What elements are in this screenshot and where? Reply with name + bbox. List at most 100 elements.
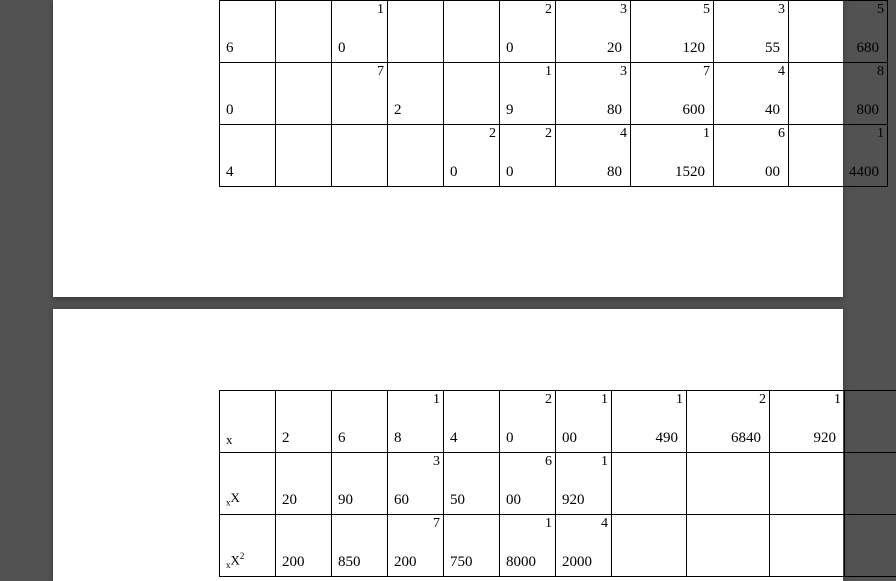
table-cell: 10 (332, 1, 388, 63)
table-cell: 18 (388, 391, 444, 453)
table-cell: 355 (714, 1, 789, 63)
cell-value: 680 (857, 41, 880, 56)
table-row: 420204801152060014400 (220, 125, 888, 187)
table-cell: 42000 (556, 515, 612, 577)
table-cell: 4 (220, 125, 276, 187)
table-2-wrap: x2618420100149026840192033055xX209036050… (219, 390, 788, 577)
cell-value: 200 (394, 555, 417, 570)
cell-superscript: 1 (834, 393, 841, 407)
cell-superscript: 3 (620, 3, 627, 17)
table-cell: 850 (332, 515, 388, 577)
table-cell (687, 453, 770, 515)
cell-value: 2 (394, 103, 402, 118)
data-table-1: 6102032051203555680072193807600440880042… (219, 0, 888, 187)
cell-value: 00 (765, 165, 780, 180)
cell-value: 1520 (675, 165, 705, 180)
cell-superscript: 4 (620, 127, 627, 141)
cell-value: 2 (282, 431, 290, 446)
table-cell (388, 1, 444, 63)
cell-value: 9 (506, 103, 514, 118)
cell-value: 4400 (849, 165, 879, 180)
table-cell (770, 515, 845, 577)
cell-superscript: 1 (545, 517, 552, 531)
table-cell: 440 (714, 63, 789, 125)
cell-value: 120 (683, 41, 706, 56)
table-cell: 480 (556, 125, 631, 187)
cell-value: 200 (282, 555, 305, 570)
cell-superscript: 2 (545, 127, 552, 141)
table-cell: 20 (500, 1, 556, 63)
table-cell: 20 (276, 453, 332, 515)
cell-superscript: 8 (877, 65, 884, 79)
table-1-wrap: 6102032051203555680072193807600440880042… (219, 0, 788, 187)
cell-value: 0 (338, 41, 346, 56)
table-cell (845, 515, 896, 577)
cell-value: 0 (506, 431, 514, 446)
table-cell: 7 200 (388, 515, 444, 577)
cell-value: 55 (765, 41, 780, 56)
cell-superscript: 1 (877, 127, 884, 141)
table-cell: 5 120 (631, 1, 714, 63)
table-cell: 380 (556, 63, 631, 125)
cell-superscript: 3 (620, 65, 627, 79)
cell-value: 00 (506, 493, 521, 508)
table-cell: 750 (444, 515, 500, 577)
cell-value: 00 (562, 431, 577, 446)
cell-superscript: 1 (601, 393, 608, 407)
cell-superscript: 4 (601, 517, 608, 531)
cell-superscript: 1 (703, 127, 710, 141)
cell-value: 40 (765, 103, 780, 118)
cell-superscript: 2 (545, 393, 552, 407)
cell-value: 6 (338, 431, 346, 446)
table-cell: 320 (556, 1, 631, 63)
cell-superscript: 7 (377, 65, 384, 79)
table-cell: 20 (444, 125, 500, 187)
table-cell (612, 453, 687, 515)
cell-value: 0 (506, 41, 514, 56)
cell-superscript: 5 (703, 3, 710, 17)
cell-value: 50 (450, 493, 465, 508)
table-cell: 2 (388, 63, 444, 125)
cell-value: 0 (506, 165, 514, 180)
cell-value: 4 (450, 431, 458, 446)
cell-superscript: 1 (601, 455, 608, 469)
cell-value: 920 (814, 431, 837, 446)
table-cell: 360 (388, 453, 444, 515)
row-header-cell: xX2 (220, 515, 276, 577)
table-cell: 1920 (556, 453, 612, 515)
table-row: xX2090360506001920 (220, 453, 896, 515)
cell-superscript: 5 (877, 3, 884, 17)
table-cell (332, 125, 388, 187)
table-cell (276, 1, 332, 63)
row-label: x (226, 433, 233, 446)
table-cell: 8800 (789, 63, 888, 125)
cell-value: 8 (394, 431, 402, 446)
cell-superscript: 1 (545, 65, 552, 79)
table-cell: 50 (444, 453, 500, 515)
table-cell: 33055 (845, 391, 896, 453)
cell-value: 8000 (506, 555, 536, 570)
table-cell: 6 (332, 391, 388, 453)
table-cell (845, 453, 896, 515)
table-cell: 1490 (612, 391, 687, 453)
table-row: xX2 200 850 7 200 750 1 8000 42000 (220, 515, 896, 577)
cell-value: 6840 (731, 431, 761, 446)
table-cell: 19 (500, 63, 556, 125)
table-cell: 20 (500, 391, 556, 453)
cell-value: 0 (450, 165, 458, 180)
cell-superscript: 6 (778, 127, 785, 141)
cell-superscript: 7 (703, 65, 710, 79)
table-row: 6102032051203555680 (220, 1, 888, 63)
row-label: xX (226, 491, 240, 508)
document-page-2: x2618420100149026840192033055xX209036050… (53, 309, 843, 581)
table-cell: 1 00 (556, 391, 612, 453)
cell-superscript: 7 (433, 517, 440, 531)
table-cell (276, 125, 332, 187)
table-cell: 1 8000 (500, 515, 556, 577)
cell-superscript: 1 (377, 3, 384, 17)
cell-value: 490 (656, 431, 679, 446)
table-cell: 5 680 (789, 1, 888, 63)
cell-superscript: 2 (489, 127, 496, 141)
table-cell: 20 (500, 125, 556, 187)
table-cell: 600 (500, 453, 556, 515)
